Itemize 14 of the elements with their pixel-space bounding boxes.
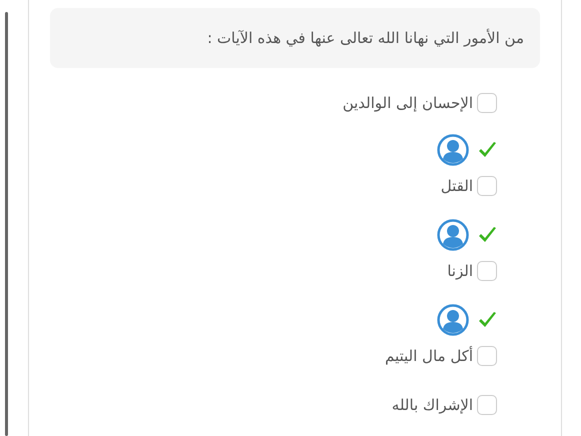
checkbox[interactable] [477,395,497,415]
option-label: القتل [440,177,473,195]
user-avatar-icon [437,304,469,336]
option-label: أكل مال اليتيم [384,347,473,365]
checkbox[interactable] [477,261,497,281]
option-label: الزنا [447,262,473,280]
user-avatar-icon [437,219,469,251]
checkbox[interactable] [477,93,497,113]
user-avatar-icon [437,134,469,166]
option-label: الإشراك بالله [392,396,473,414]
option-label: الإحسان إلى الوالدين [342,94,473,112]
checkbox[interactable] [477,346,497,366]
checkbox[interactable] [477,176,497,196]
question-text: من الأمور التي نهانا الله تعالى عنها في هذه الآيات : [207,29,524,47]
